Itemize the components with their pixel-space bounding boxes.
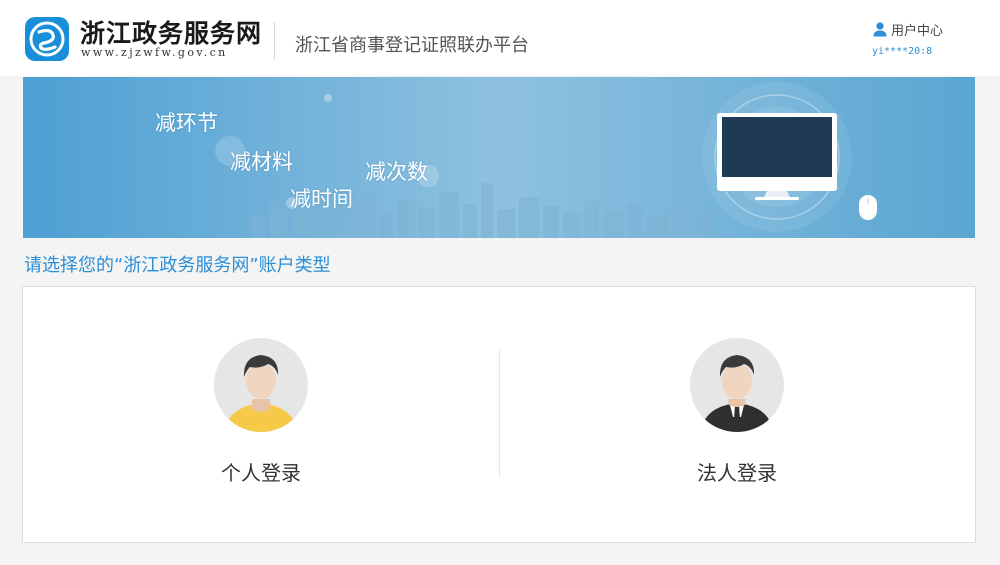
zjzwfw-logo-icon[interactable] — [24, 16, 70, 62]
banner: 减环节 减材料 减次数 减时间 — [23, 77, 975, 238]
personal-login-button[interactable]: 个人登录 — [161, 287, 361, 542]
header-divider — [274, 22, 275, 60]
personal-avatar-icon — [214, 338, 308, 432]
user-center-label: 用户中心 — [891, 23, 944, 39]
banner-background — [23, 77, 975, 238]
legal-person-login-button[interactable]: 法人登录 — [637, 287, 837, 542]
site-name[interactable]: 浙江政务服务网 — [80, 14, 262, 50]
legal-person-avatar-icon — [690, 338, 784, 432]
site-url: www.zjzwfw.gov.cn — [81, 46, 228, 59]
banner-slogan: 减次数 — [365, 160, 428, 184]
legal-person-login-label: 法人登录 — [697, 461, 777, 485]
account-type-prompt: 请选择您的“浙江政务服务网”账户类型 — [24, 255, 331, 276]
platform-title: 浙江省商事登记证照联办平台 — [295, 35, 529, 56]
monitor-illustration — [717, 113, 837, 200]
banner-slogan: 减材料 — [230, 150, 293, 174]
user-icon — [873, 22, 887, 37]
personal-login-label: 个人登录 — [221, 461, 301, 485]
user-center-link[interactable]: 用户中心 — [872, 20, 944, 39]
banner-slogan: 减环节 — [155, 111, 218, 135]
login-type-card: 个人登录 法人登录 — [22, 286, 976, 543]
mouse-illustration — [859, 195, 877, 220]
username[interactable]: yi****20:8 — [872, 46, 932, 57]
card-divider — [499, 350, 500, 478]
header: 浙江政务服务网 www.zjzwfw.gov.cn 浙江省商事登记证照联办平台 … — [0, 0, 1000, 76]
banner-slogan: 减时间 — [290, 187, 353, 211]
